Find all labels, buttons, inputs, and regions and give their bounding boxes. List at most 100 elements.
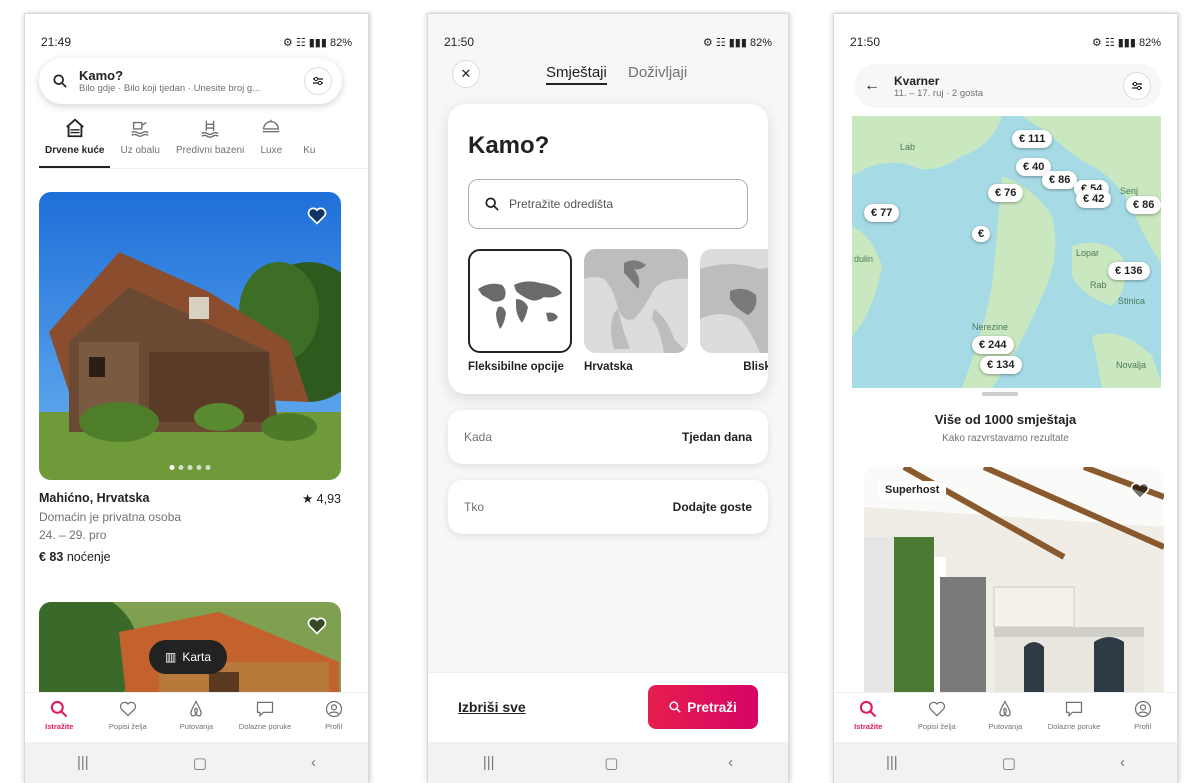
region-croatia[interactable]: Hrvatska bbox=[584, 249, 688, 373]
heart-icon[interactable] bbox=[307, 206, 327, 226]
price-pin[interactable]: € 86 bbox=[1042, 171, 1078, 189]
price-pin[interactable]: € 86 bbox=[1126, 196, 1161, 214]
heart-icon[interactable] bbox=[307, 616, 327, 636]
who-value: Dodajte goste bbox=[672, 500, 752, 514]
battery-level: 82% bbox=[1138, 36, 1161, 49]
nav-profile[interactable]: Profil bbox=[1112, 699, 1174, 731]
back-arrow-icon[interactable]: ← bbox=[864, 77, 880, 95]
nav-inbox[interactable]: Dolazne poruke bbox=[1043, 699, 1105, 731]
listing-host: Domaćin je privatna osoba bbox=[39, 510, 182, 524]
tab-experiences[interactable]: Doživljaji bbox=[628, 64, 687, 81]
search-footer: Izbriši sve Pretraži bbox=[428, 672, 788, 742]
listing-photo[interactable] bbox=[39, 192, 341, 480]
region-list: Fleksibilne opcije Hrvatska Blis bbox=[468, 249, 768, 373]
airbnb-logo-icon bbox=[190, 700, 203, 717]
recents-icon[interactable]: ||| bbox=[77, 754, 89, 771]
airbnb-logo-icon bbox=[999, 700, 1012, 717]
price-pin[interactable]: € 244 bbox=[972, 336, 1014, 354]
destination-search-input[interactable]: Pretražite odredišta bbox=[468, 179, 748, 229]
map-label: dulin bbox=[854, 254, 874, 264]
map-button[interactable]: ▥ Karta bbox=[149, 640, 228, 674]
home-icon[interactable]: ▢ bbox=[604, 754, 618, 772]
battery-level: 82% bbox=[749, 36, 772, 49]
home-icon[interactable]: ▢ bbox=[1002, 754, 1016, 772]
listing-dates: 24. – 29. pro bbox=[39, 528, 107, 542]
when-row[interactable]: Kada Tjedan dana bbox=[448, 410, 768, 464]
search-header[interactable]: ← Kvarner 11. – 17. ruj · 2 gosta bbox=[854, 64, 1161, 108]
apartment-photo bbox=[864, 467, 1164, 707]
where-title: Kamo? bbox=[468, 132, 550, 159]
category-luxe[interactable]: Luxe bbox=[254, 117, 288, 168]
photo-dots bbox=[169, 465, 211, 470]
results-count: Više od 1000 smještaja bbox=[934, 412, 1077, 427]
header-subtitle: 11. – 17. ruj · 2 gosta bbox=[894, 87, 984, 99]
filter-icon bbox=[1132, 81, 1142, 91]
status-time: 21:49 bbox=[41, 35, 72, 49]
price-pin[interactable]: € 134 bbox=[980, 356, 1022, 374]
category-beachfront[interactable]: Uz obalu bbox=[114, 117, 165, 168]
price-pin[interactable]: € 111 bbox=[1012, 130, 1053, 148]
bottom-nav: Istražite Popisi želja Putovanja Dolazne… bbox=[834, 692, 1177, 742]
search-button[interactable]: Pretraži bbox=[648, 685, 758, 729]
heart-icon[interactable] bbox=[1130, 481, 1150, 501]
filter-button[interactable] bbox=[304, 67, 332, 95]
home-icon[interactable]: ▢ bbox=[193, 754, 207, 772]
price-pin[interactable]: € 77 bbox=[864, 204, 900, 222]
map-label: Lab bbox=[900, 142, 916, 152]
who-label: Tko bbox=[464, 500, 485, 514]
region-flexible[interactable]: Fleksibilne opcije bbox=[468, 249, 572, 373]
status-time: 21:50 bbox=[444, 35, 475, 49]
back-icon[interactable]: ‹ bbox=[728, 754, 733, 771]
who-row[interactable]: Tko Dodajte goste bbox=[448, 480, 768, 534]
beach-icon bbox=[131, 121, 149, 137]
price-pin[interactable]: € 136 bbox=[1108, 262, 1150, 280]
nav-profile[interactable]: Profil bbox=[303, 699, 365, 731]
middle-east-map-image bbox=[700, 249, 768, 353]
price-pin[interactable]: € bbox=[972, 226, 991, 242]
recents-icon[interactable]: ||| bbox=[483, 754, 495, 771]
map-icon: ▥ bbox=[165, 650, 177, 664]
system-nav: ||| ▢ ‹ bbox=[25, 742, 368, 783]
price-pin[interactable]: € 42 bbox=[1076, 190, 1112, 208]
recents-icon[interactable]: ||| bbox=[886, 754, 898, 771]
region-label: Bliski istok bbox=[743, 361, 768, 373]
category-cabins[interactable]: Drvene kuće bbox=[39, 117, 111, 168]
close-button[interactable]: ✕ bbox=[452, 60, 480, 88]
search-subtitle: Bilo gdje · Bilo koji tjedan · Unesite b… bbox=[79, 83, 261, 94]
search-tabs: ✕ Smještaji Doživljaji bbox=[428, 58, 788, 98]
filter-button[interactable] bbox=[1123, 72, 1151, 100]
nav-wishlists[interactable]: Popisi želja bbox=[97, 699, 159, 731]
nav-trips[interactable]: Putovanja bbox=[974, 699, 1036, 731]
tab-stays[interactable]: Smještaji bbox=[546, 64, 607, 85]
header-title: Kvarner bbox=[894, 73, 940, 88]
sheet-handle[interactable] bbox=[982, 392, 1018, 396]
nav-explore[interactable]: Istražite bbox=[837, 699, 899, 731]
search-placeholder: Pretražite odredišta bbox=[509, 197, 614, 211]
system-nav: ||| ▢ ‹ bbox=[834, 742, 1177, 783]
partial-icon bbox=[298, 117, 320, 139]
category-pools[interactable]: Predivni bazeni bbox=[170, 117, 250, 168]
nav-wishlists[interactable]: Popisi želja bbox=[906, 699, 968, 731]
filter-icon bbox=[313, 76, 323, 86]
region-label: Hrvatska bbox=[584, 361, 633, 373]
map-label: Rab bbox=[1090, 280, 1107, 290]
nav-explore[interactable]: Istražite bbox=[28, 699, 90, 731]
nav-inbox[interactable]: Dolazne poruke bbox=[234, 699, 296, 731]
cabin-icon bbox=[65, 118, 84, 138]
map-label: Stinica bbox=[1118, 296, 1146, 306]
sort-info-link[interactable]: Kako razvrstavamo rezultate bbox=[834, 433, 1177, 444]
listing-price: € 83 noćenje bbox=[39, 550, 111, 564]
region-middle-east[interactable]: Bliski istok bbox=[700, 249, 768, 373]
category-partial[interactable]: Ku bbox=[292, 117, 326, 168]
status-time: 21:50 bbox=[850, 35, 881, 49]
nav-trips[interactable]: Putovanja bbox=[165, 699, 227, 731]
listing-location: Mahićno, Hrvatska bbox=[39, 491, 150, 505]
back-icon[interactable]: ‹ bbox=[311, 754, 316, 771]
back-icon[interactable]: ‹ bbox=[1120, 754, 1125, 771]
search-bar[interactable]: Kamo? Bilo gdje · Bilo koji tjedan · Une… bbox=[39, 58, 342, 104]
results-map[interactable]: Lab dulin Senj Lopar Rab Stinica Nerezin… bbox=[852, 116, 1161, 388]
screen-results-map: 21:50 ⚙ ☷ ▮▮▮ 82% ← Kvarner 11. – 17. ru… bbox=[833, 13, 1178, 783]
clear-all-button[interactable]: Izbriši sve bbox=[458, 699, 526, 715]
price-pin[interactable]: € 76 bbox=[988, 184, 1024, 202]
listing-photo[interactable]: Superhost bbox=[864, 467, 1164, 707]
